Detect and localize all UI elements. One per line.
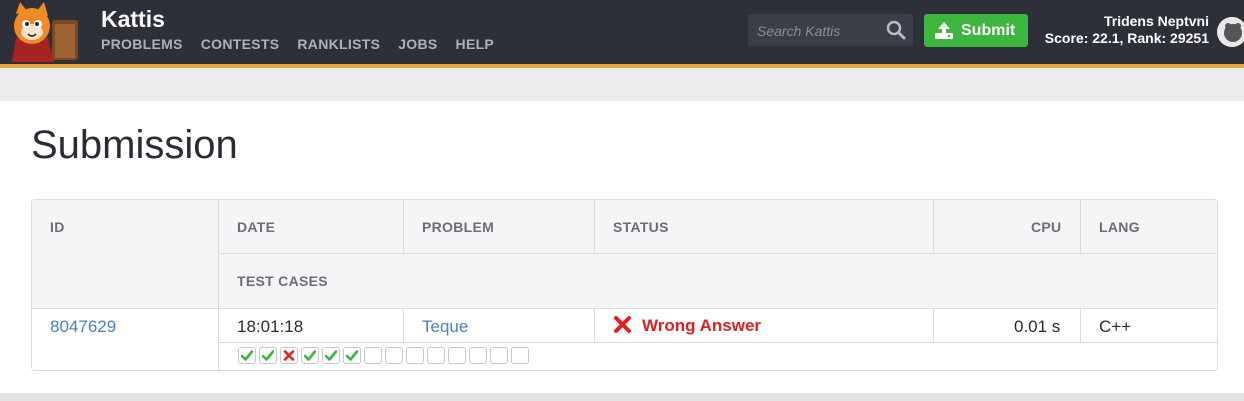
check-icon <box>304 350 316 361</box>
test-case-accepted[interactable] <box>301 347 319 364</box>
wrong-answer-icon <box>614 316 631 333</box>
header-divider <box>219 253 1217 254</box>
upload-icon <box>935 22 953 39</box>
brand-name[interactable]: Kattis <box>101 6 165 33</box>
page-bottom-strip <box>0 393 1244 401</box>
col-divider <box>218 254 219 370</box>
col-divider <box>594 200 595 254</box>
test-case-wrong[interactable] <box>280 347 298 364</box>
nav-ranklists[interactable]: RANKLISTS <box>297 36 380 52</box>
cross-icon <box>283 350 295 361</box>
user-name[interactable]: Tridens Neptvni <box>1045 13 1209 30</box>
test-case-pending[interactable] <box>511 347 529 364</box>
col-header-lang: LANG <box>1099 219 1140 235</box>
col-header-test-cases: TEST CASES <box>237 273 328 289</box>
col-header-problem: PROBLEM <box>422 219 495 235</box>
top-navbar: Kattis PROBLEMS CONTESTS RANKLISTS JOBS … <box>0 0 1244 64</box>
table-header <box>32 200 1217 309</box>
col-header-id: ID <box>50 219 65 235</box>
col-divider <box>933 308 934 342</box>
check-icon <box>241 350 253 361</box>
test-case-accepted[interactable] <box>259 347 277 364</box>
col-header-cpu: CPU <box>1031 219 1062 235</box>
language: C++ <box>1099 317 1132 336</box>
search-icon[interactable] <box>886 20 906 40</box>
col-divider <box>403 200 404 254</box>
row-divider <box>219 342 1217 343</box>
main-nav: PROBLEMS CONTESTS RANKLISTS JOBS HELP <box>101 36 512 52</box>
test-case-pending[interactable] <box>427 347 445 364</box>
test-case-pending[interactable] <box>385 347 403 364</box>
col-divider <box>594 308 595 342</box>
submit-label: Submit <box>961 22 1016 39</box>
test-case-pending[interactable] <box>490 347 508 364</box>
col-divider <box>1080 200 1081 254</box>
search-box <box>748 14 913 48</box>
check-icon <box>346 350 358 361</box>
kattis-logo[interactable] <box>2 2 88 62</box>
page-band <box>0 68 1244 101</box>
search-input[interactable] <box>748 14 889 48</box>
submission-time: 18:01:18 <box>237 317 304 336</box>
test-case-accepted[interactable] <box>343 347 361 364</box>
test-case-accepted[interactable] <box>238 347 256 364</box>
col-divider <box>218 200 219 254</box>
test-case-pending[interactable] <box>406 347 424 364</box>
test-case-pending[interactable] <box>469 347 487 364</box>
problem-link[interactable]: Teque <box>422 317 468 337</box>
user-stats: Score: 22.1, Rank: 29251 <box>1044 30 1209 46</box>
cpu-time: 0.01 s <box>1014 317 1061 336</box>
col-header-status: STATUS <box>613 219 669 235</box>
nav-jobs[interactable]: JOBS <box>398 36 437 52</box>
nav-problems[interactable]: PROBLEMS <box>101 36 183 52</box>
col-divider <box>1080 308 1081 342</box>
page-title: Submission <box>31 123 238 167</box>
submission-table: ID DATE PROBLEM STATUS CPU LANG TEST CAS… <box>31 199 1218 371</box>
test-case-pending[interactable] <box>448 347 466 364</box>
check-icon <box>325 350 337 361</box>
nav-help[interactable]: HELP <box>456 36 495 52</box>
test-case-accepted[interactable] <box>322 347 340 364</box>
col-divider <box>933 200 934 254</box>
status-text: Wrong Answer <box>642 316 762 335</box>
col-divider <box>403 308 404 342</box>
submit-button[interactable]: Submit <box>924 14 1028 47</box>
user-info[interactable]: Tridens Neptvni Score: 22.1, Rank: 29251 <box>1045 13 1209 47</box>
test-case-list <box>238 347 532 364</box>
test-case-pending[interactable] <box>364 347 382 364</box>
col-header-date: DATE <box>237 219 276 235</box>
check-icon <box>262 350 274 361</box>
avatar[interactable] <box>1217 17 1244 47</box>
nav-contests[interactable]: CONTESTS <box>201 36 280 52</box>
submission-id-link[interactable]: 8047629 <box>50 317 116 337</box>
